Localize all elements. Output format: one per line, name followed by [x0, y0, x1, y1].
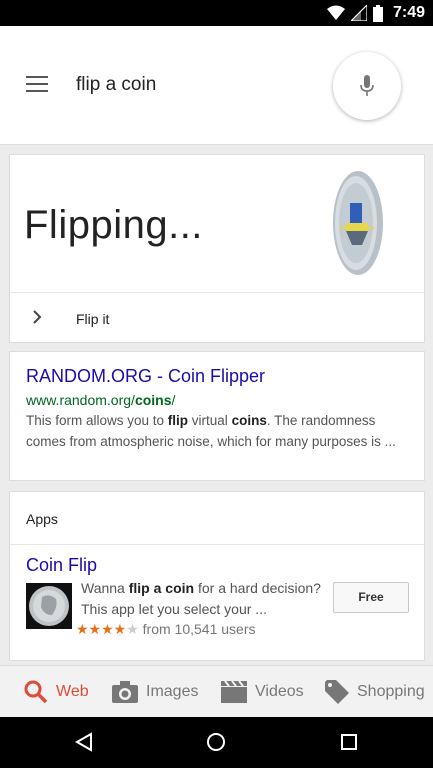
app-title-link[interactable]: Coin Flip: [26, 555, 97, 576]
search-query[interactable]: flip a coin: [76, 74, 156, 96]
tab-images-label: Images: [146, 683, 199, 700]
microphone-icon: [360, 75, 374, 96]
search-tabs: Web Images Videos Shopping: [0, 665, 433, 717]
rating-stars: ★★★★: [76, 621, 127, 637]
result-snippet: This form allows you to flip virtual coi…: [26, 413, 396, 449]
tab-videos-label: Videos: [255, 683, 304, 700]
app-icon[interactable]: [26, 583, 72, 629]
search-icon: [24, 680, 48, 704]
voice-search-button[interactable]: [333, 52, 401, 120]
menu-icon[interactable]: [26, 76, 48, 94]
home-icon[interactable]: [206, 732, 226, 752]
tab-web-label: Web: [56, 683, 89, 700]
navigation-bar: [0, 717, 433, 768]
recents-icon[interactable]: [339, 732, 359, 752]
apps-card: Apps Coin Flip Wanna flip a coin for a h…: [9, 491, 425, 661]
result-title-link[interactable]: RANDOM.ORG - Coin Flipper: [26, 366, 265, 387]
status-time: 7:49: [392, 4, 425, 21]
camera-icon: [112, 681, 138, 703]
flip-status: Flipping...: [24, 203, 203, 247]
cell-signal-icon: [350, 5, 367, 21]
search-result-card: RANDOM.ORG - Coin Flipper www.random.org…: [9, 351, 425, 481]
chevron-right-icon: [33, 310, 42, 324]
app-rating: ★★★★★ from 10,541 users: [76, 621, 256, 638]
coin-image: [333, 171, 383, 275]
tab-web[interactable]: Web: [24, 666, 89, 718]
tag-icon: [325, 680, 349, 704]
free-button[interactable]: Free: [333, 582, 409, 613]
app-description: Wanna flip a coin for a hard decision? T…: [81, 580, 321, 617]
rating-star-empty: ★: [126, 621, 139, 637]
rating-text: from 10,541 users: [142, 621, 256, 637]
apps-header: Apps: [26, 511, 58, 527]
flip-it-label: Flip it: [76, 311, 110, 327]
tab-videos[interactable]: Videos: [221, 666, 304, 718]
search-header: flip a coin: [0, 26, 433, 145]
tab-shopping[interactable]: Shopping: [325, 666, 425, 718]
clapperboard-icon: [221, 681, 247, 703]
tab-images[interactable]: Images: [112, 666, 198, 718]
status-icons: 7:49: [326, 3, 425, 23]
back-icon[interactable]: [74, 732, 94, 752]
flip-it-row[interactable]: Flip it: [10, 292, 424, 344]
result-url[interactable]: www.random.org/coins/: [26, 392, 175, 408]
battery-icon: [372, 4, 383, 22]
wifi-icon: [326, 5, 345, 20]
tab-shopping-label: Shopping: [357, 683, 425, 700]
coin-flip-card: Flipping... Flip it: [9, 154, 425, 343]
status-bar: 7:49: [0, 0, 433, 26]
divider: [10, 544, 424, 545]
